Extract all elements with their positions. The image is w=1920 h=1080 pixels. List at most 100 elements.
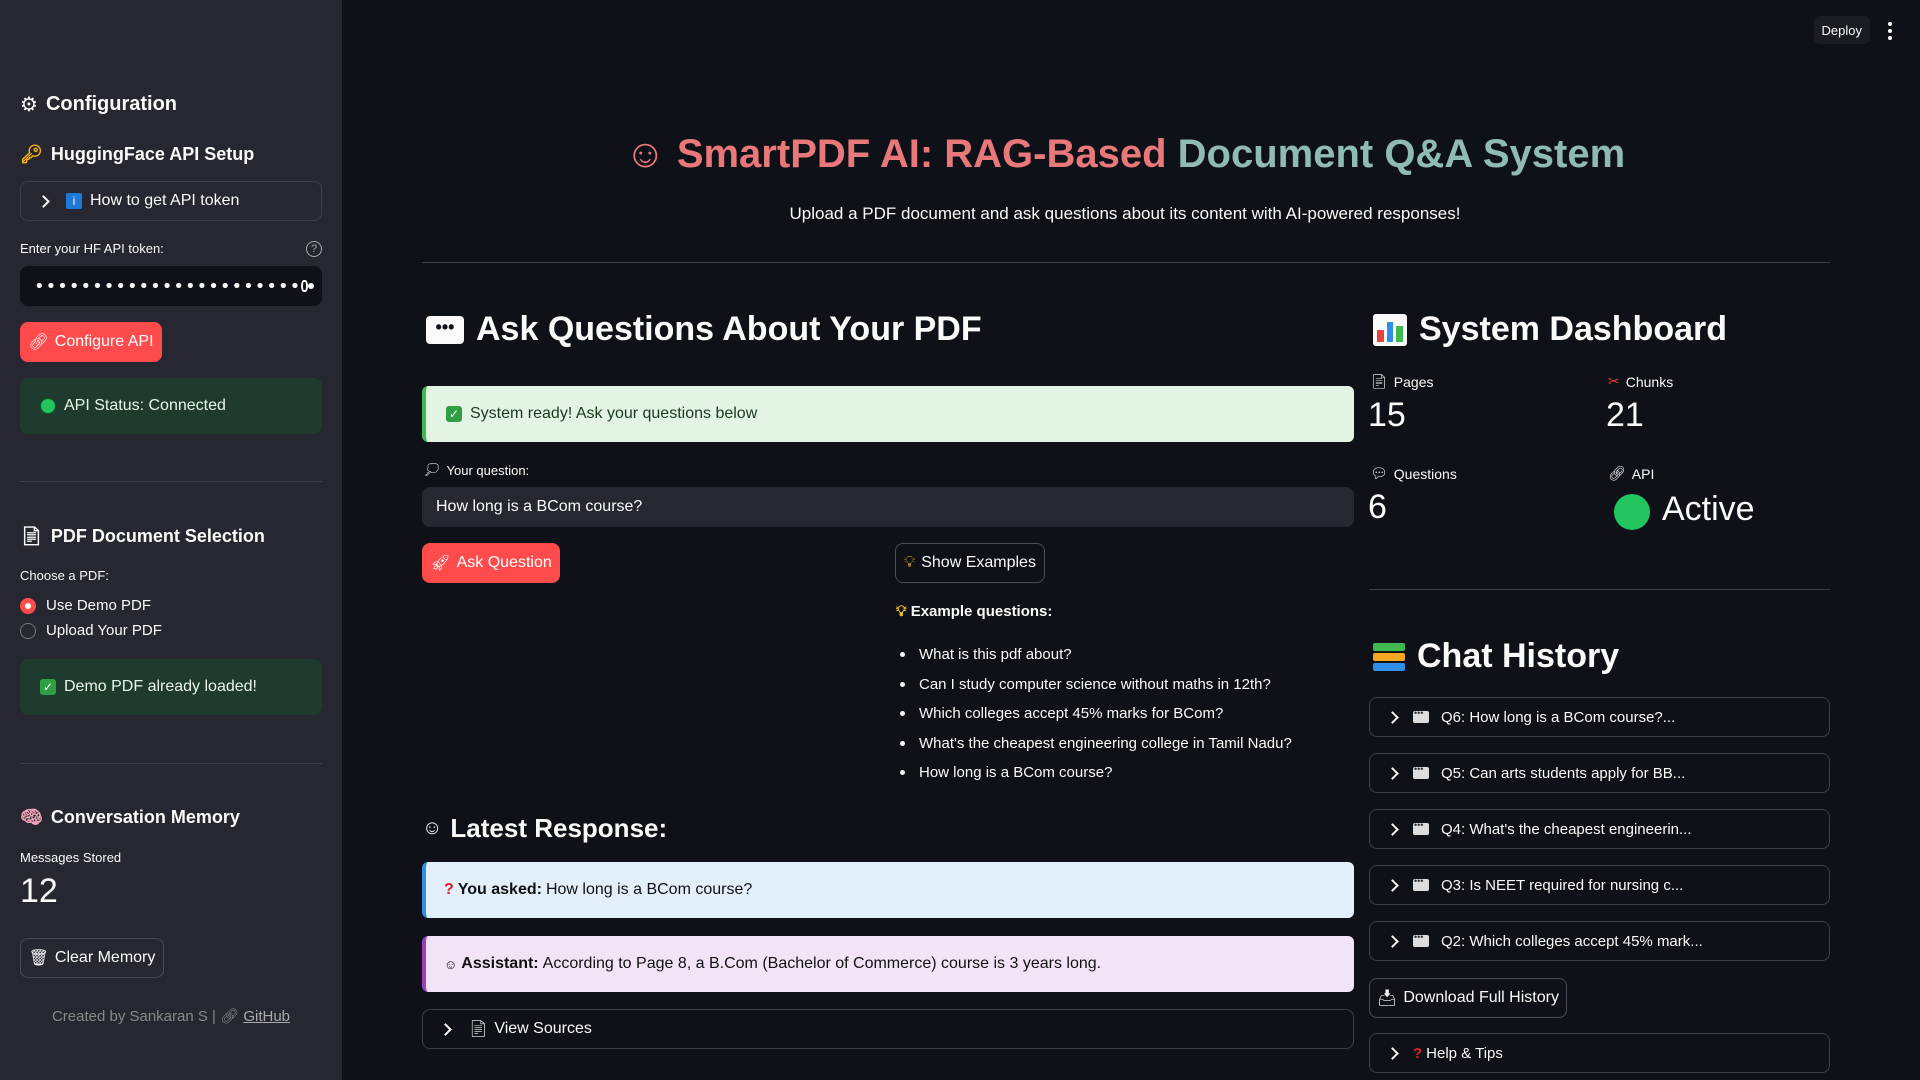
latest-response-heading: ☺ Latest Response:	[422, 813, 668, 843]
thought-balloon-icon: 💭︎	[424, 462, 441, 477]
check-icon: ✓	[446, 406, 462, 422]
robot-icon: ☺	[422, 817, 443, 839]
clear-memory-button[interactable]: 🗑︎ Clear Memory	[20, 938, 164, 978]
api-status-box: API Status: Connected	[20, 378, 322, 434]
speech-balloon-icon	[1413, 932, 1429, 947]
chevron-right-icon	[1386, 878, 1399, 892]
link-icon: 🔗︎	[28, 334, 49, 351]
check-icon: ✓	[40, 679, 56, 695]
list-item: Which colleges accept 45% marks for BCom…	[918, 699, 1292, 729]
token-help-expander[interactable]: i How to get API token	[20, 181, 322, 221]
chevron-right-icon	[1386, 822, 1399, 836]
chunks-label: ✂ Chunks	[1608, 373, 1674, 390]
eye-icon[interactable]	[301, 280, 314, 292]
bar-chart-icon	[1373, 313, 1407, 346]
question-mark-icon: ?	[444, 881, 454, 898]
view-sources-expander[interactable]: 📄︎ View Sources	[422, 1009, 1354, 1049]
more-menu-icon[interactable]	[1888, 22, 1892, 40]
history-item[interactable]: Q6: How long is a BCom course?...	[1369, 697, 1830, 737]
active-status-icon	[1614, 494, 1650, 530]
lightbulb-icon: 💡︎	[896, 603, 907, 620]
question-label: 💭︎ Your question:	[424, 462, 530, 478]
history-item[interactable]: Q4: What's the cheapest engineerin...	[1369, 809, 1830, 849]
page-icon: 📄︎	[20, 526, 43, 546]
history-item[interactable]: Q5: Can arts students apply for BB...	[1369, 753, 1830, 793]
assistant-box: ☺ Assistant: According to Page 8, a B.Co…	[422, 936, 1354, 992]
status-dot-icon	[40, 398, 56, 414]
divider	[1369, 589, 1830, 590]
link-icon: 🔗︎	[1608, 465, 1626, 481]
examples-title: 💡︎ Example questions:	[896, 603, 1053, 620]
api-value: Active	[1662, 490, 1755, 528]
robot-icon: ☺	[444, 956, 458, 972]
ask-question-button[interactable]: 🚀︎ Ask Question	[422, 543, 560, 583]
list-item: What is this pdf about?	[918, 640, 1292, 670]
list-item: How long is a BCom course?	[918, 758, 1292, 788]
help-tips-expander[interactable]: ? Help & Tips	[1369, 1033, 1830, 1073]
pages-value: 15	[1368, 396, 1406, 434]
chunks-value: 21	[1606, 396, 1644, 434]
chat-history-heading: Chat History	[1373, 637, 1619, 676]
books-icon	[1373, 642, 1405, 671]
messages-value: 12	[20, 872, 58, 910]
deploy-button[interactable]: Deploy	[1813, 16, 1870, 44]
ask-heading: ••• Ask Questions About Your PDF	[426, 310, 982, 349]
speech-balloon-icon: 💬︎	[1370, 465, 1388, 481]
radio-upload-pdf[interactable]: Upload Your PDF	[20, 622, 162, 639]
help-icon[interactable]: ?	[306, 241, 322, 257]
question-input[interactable]: How long is a BCom course?	[422, 487, 1354, 527]
radio-unselected-icon	[20, 622, 36, 639]
api-token-input[interactable]: •••••••••••••••••••••••	[20, 266, 322, 306]
lightbulb-icon: 💡︎	[904, 554, 916, 571]
scissors-icon: ✂	[1608, 373, 1620, 389]
system-ready-alert: ✓ System ready! Ask your questions below	[422, 386, 1354, 442]
brain-icon: 🧠︎	[20, 807, 43, 827]
you-asked-box: ? You asked: How long is a BCom course?	[422, 862, 1354, 918]
chevron-right-icon	[1386, 710, 1399, 724]
demo-loaded-box: ✓ Demo PDF already loaded!	[20, 659, 322, 715]
configure-api-button[interactable]: 🔗︎ Configure API	[20, 322, 162, 362]
page-icon: 📄︎	[468, 1021, 489, 1038]
divider	[20, 481, 322, 482]
download-history-button[interactable]: 📥︎ Download Full History	[1369, 978, 1567, 1018]
page-subtitle: Upload a PDF document and ask questions …	[789, 204, 1461, 223]
token-label: Enter your HF API token:	[20, 241, 164, 256]
speech-balloon-icon	[1413, 876, 1429, 891]
chevron-right-icon	[1386, 766, 1399, 780]
divider	[20, 763, 322, 764]
memory-heading: 🧠︎ Conversation Memory	[20, 807, 240, 827]
page-title: ☺ SmartPDF AI: RAG-Based Document Q&A Sy…	[624, 132, 1626, 176]
chevron-right-icon	[439, 1022, 452, 1036]
sidebar-footer: Created by Sankaran S | 🔗︎ GitHub	[51, 1008, 291, 1025]
trash-icon: 🗑︎	[28, 950, 49, 967]
pages-label: 📄︎ Pages	[1370, 373, 1434, 390]
radio-demo-pdf[interactable]: Use Demo PDF	[20, 597, 151, 614]
speech-balloon-icon	[1413, 708, 1429, 723]
choose-pdf-label: Choose a PDF:	[20, 568, 109, 583]
chevron-right-icon	[1386, 934, 1399, 948]
dashboard-heading: System Dashboard	[1373, 310, 1727, 349]
history-item[interactable]: Q2: Which colleges accept 45% mark...	[1369, 921, 1830, 961]
messages-label: Messages Stored	[20, 850, 122, 865]
history-item[interactable]: Q3: Is NEET required for nursing c...	[1369, 865, 1830, 905]
radio-selected-icon	[20, 597, 36, 614]
speech-balloon-icon: •••	[426, 315, 464, 344]
rocket-icon: 🚀︎	[430, 555, 451, 572]
config-heading: ⚙ Configuration	[20, 92, 178, 116]
show-examples-button[interactable]: 💡︎ Show Examples	[895, 543, 1045, 583]
sidebar: ⚙ Configuration 🔑︎ HuggingFace API Setup…	[0, 0, 342, 1080]
info-icon: i	[66, 193, 82, 209]
download-icon: 📥︎	[1377, 990, 1398, 1007]
link-icon: 🔗︎	[220, 1008, 240, 1025]
list-item: Can I study computer science without mat…	[918, 670, 1292, 700]
questions-value: 6	[1368, 488, 1387, 526]
github-link[interactable]: GitHub	[243, 1008, 290, 1025]
questions-label: 💬︎ Questions	[1370, 465, 1457, 482]
divider	[422, 262, 1830, 263]
speech-balloon-icon	[1413, 820, 1429, 835]
chevron-right-icon	[37, 194, 50, 208]
api-label: 🔗︎ API	[1608, 465, 1655, 482]
key-icon: 🔑︎	[20, 144, 43, 164]
gear-icon: ⚙	[20, 92, 38, 116]
examples-list: What is this pdf about? Can I study comp…	[918, 640, 1292, 788]
